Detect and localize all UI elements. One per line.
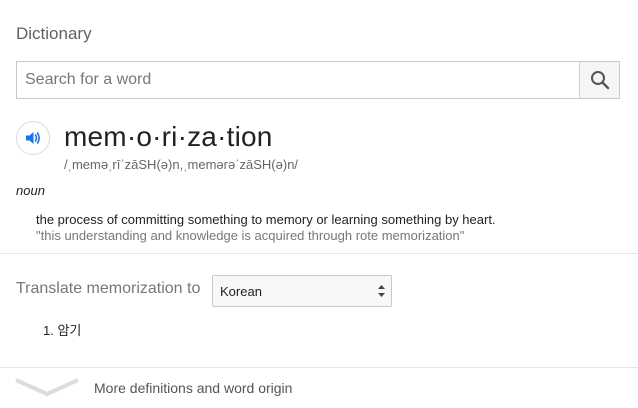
- search-icon: [590, 70, 610, 90]
- translation-result-text: 암기: [57, 323, 82, 338]
- language-select-value: Korean: [220, 283, 262, 299]
- definition-text: the process of committing something to m…: [36, 212, 496, 227]
- phonetic-spelling: /ˌmeməˌrīˈzāSH(ə)n,ˌmemərəˈzāSH(ə)n/: [64, 157, 299, 172]
- search-button[interactable]: [579, 62, 619, 98]
- section-divider: [0, 253, 638, 254]
- more-definitions-link[interactable]: More definitions and word origin: [94, 380, 292, 396]
- dictionary-card: Dictionary mem·o·ri·za·tion /ˌmeməˌrīˈzā…: [0, 0, 638, 408]
- speaker-icon: [24, 129, 42, 147]
- language-select[interactable]: Korean: [212, 275, 392, 307]
- panel-title: Dictionary: [16, 24, 92, 43]
- translation-result-item: 1. 암기: [43, 320, 81, 339]
- select-arrows-icon: [378, 285, 385, 297]
- search-box: [16, 61, 620, 99]
- chevron-down-icon[interactable]: [14, 374, 80, 400]
- pronunciation-button[interactable]: [16, 121, 50, 155]
- translation-result-number: 1.: [43, 323, 54, 338]
- search-input[interactable]: [17, 62, 579, 98]
- part-of-speech: noun: [16, 183, 45, 198]
- example-text: "this understanding and knowledge is acq…: [36, 228, 465, 243]
- bottom-divider: [0, 367, 638, 368]
- headword: mem·o·ri·za·tion: [64, 121, 273, 152]
- translate-label: Translate memorization to: [16, 280, 201, 297]
